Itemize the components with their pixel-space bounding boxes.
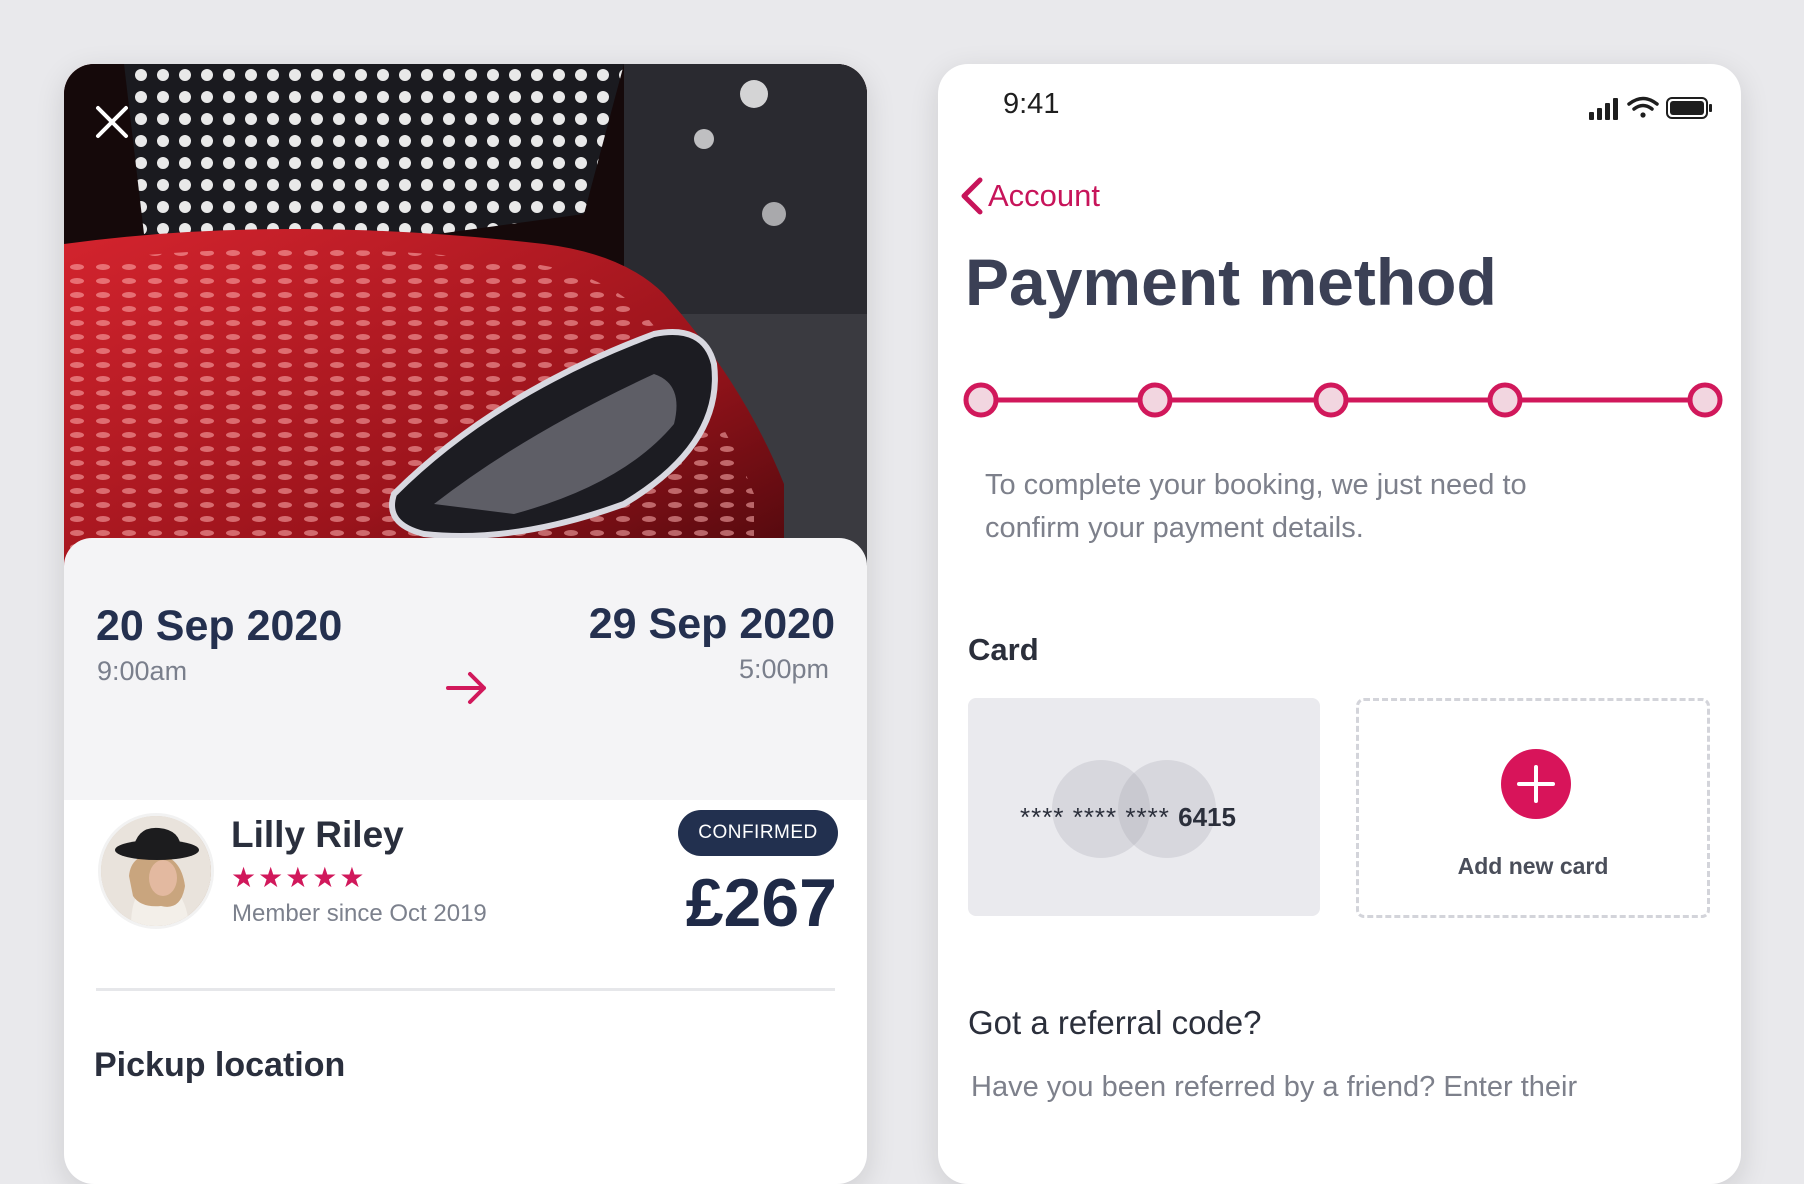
status-bar-icons	[1589, 96, 1712, 120]
battery-icon	[1666, 97, 1712, 119]
saved-card[interactable]: **** **** **** 6415	[968, 698, 1320, 916]
referral-heading: Got a referral code?	[968, 1004, 1262, 1041]
step-indicator	[1137, 382, 1173, 418]
pickup-location-heading: Pickup location	[94, 1046, 346, 1084]
step-indicator	[963, 382, 999, 418]
payment-method-screen: 9:41 Account Payment method To complete …	[938, 64, 1741, 1184]
card-number: **** **** **** 6415	[1020, 802, 1236, 833]
end-time: 5:00pm	[738, 654, 829, 684]
close-icon	[96, 106, 128, 138]
start-time: 9:00am	[97, 656, 188, 686]
add-new-card-label: Add new card	[1457, 853, 1609, 879]
host-name: Lilly Riley	[231, 814, 404, 855]
status-bar-time: 9:41	[1003, 88, 1060, 120]
add-icon	[1501, 749, 1571, 819]
booking-price: £267	[685, 865, 837, 941]
close-button[interactable]	[92, 102, 132, 142]
chevron-left-icon	[961, 177, 983, 215]
booking-detail-card: 20 Sep 2020 9:00am 29 Sep 2020 5:00pm Li…	[64, 64, 867, 1184]
back-button-label: Account	[988, 178, 1101, 213]
add-new-card-button[interactable]: Add new card	[1356, 698, 1710, 918]
card-number-mask: **** **** ****	[1020, 802, 1170, 832]
card-last4: 6415	[1178, 802, 1236, 832]
booking-description: To complete your booking, we just need t…	[985, 469, 1527, 544]
page-title: Payment method	[965, 245, 1497, 319]
divider	[96, 988, 835, 991]
step-indicator	[1687, 382, 1723, 418]
host-rating-stars: ★★★★★	[231, 862, 367, 893]
status-badge: CONFIRMED	[678, 810, 838, 856]
booking-dates-panel: 20 Sep 2020 9:00am 29 Sep 2020 5:00pm	[64, 538, 867, 800]
wifi-icon	[1627, 96, 1659, 118]
person-avatar-image	[101, 816, 211, 926]
step-indicator	[1313, 382, 1349, 418]
end-date: 29 Sep 2020	[588, 600, 835, 648]
car-hero-image	[64, 64, 867, 584]
step-indicator	[1487, 382, 1523, 418]
card-section-label: Card	[968, 632, 1039, 667]
host-avatar	[98, 813, 214, 929]
referral-description: Have you been referred by a friend? Ente…	[971, 1071, 1578, 1103]
arrow-right-icon	[446, 672, 486, 704]
start-date: 20 Sep 2020	[96, 602, 343, 650]
plus-icon	[1517, 765, 1555, 803]
car-illustration	[64, 64, 867, 584]
signal-icon	[1589, 98, 1618, 120]
host-member-since: Member since Oct 2019	[232, 900, 487, 927]
progress-stepper	[963, 382, 1723, 418]
